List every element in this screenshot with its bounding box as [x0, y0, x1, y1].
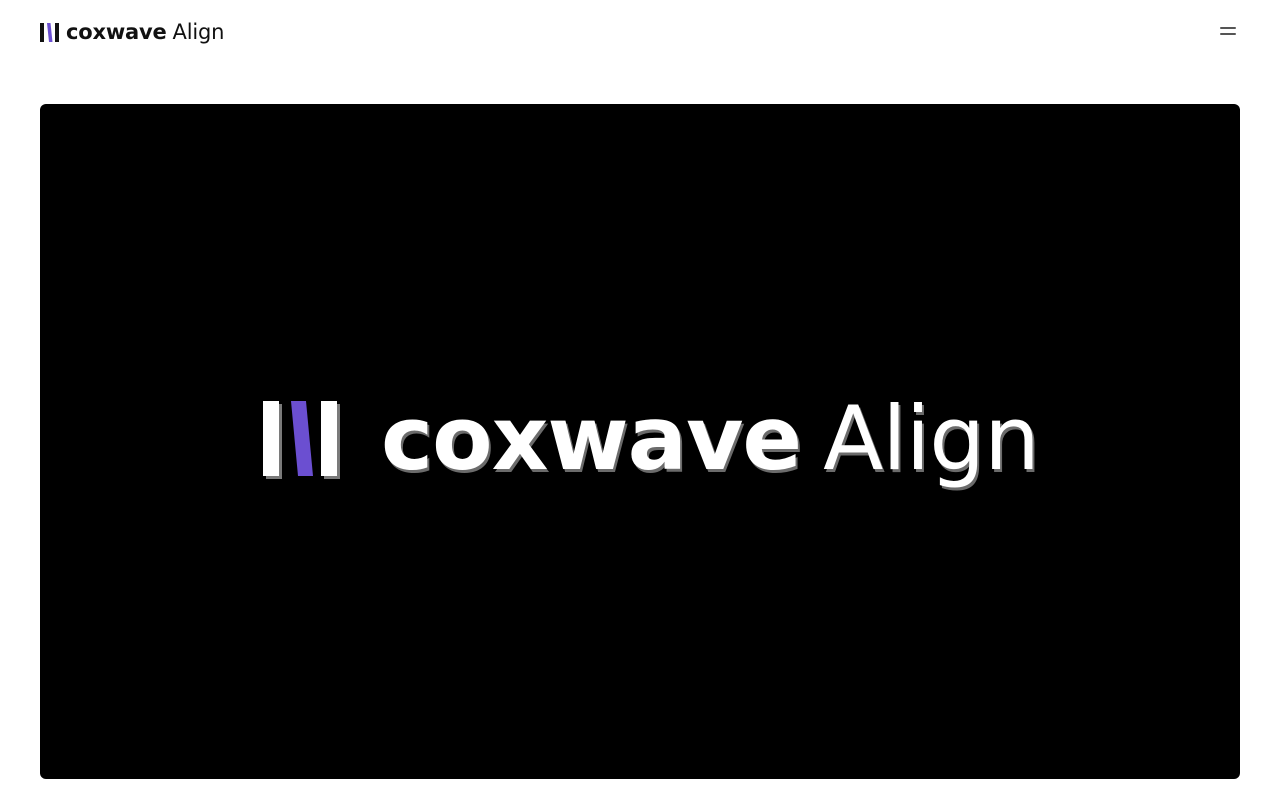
coxwave-bars-icon — [40, 22, 59, 42]
hero-logo: coxwave Align — [263, 374, 1040, 504]
hero-wordmark-strong: coxwave — [381, 387, 802, 490]
coxwave-bars-icon — [263, 401, 340, 479]
hero-video-panel[interactable]: coxwave Align — [40, 104, 1240, 779]
site-header: coxwave Align — [0, 0, 1280, 64]
hero-wordmark-light: Align — [823, 387, 1040, 490]
brand-wordmark-light: Align — [172, 20, 225, 44]
brand-wordmark-strong: coxwave — [66, 20, 167, 44]
hamburger-menu-button[interactable] — [1212, 16, 1244, 46]
hamburger-menu-icon — [1220, 27, 1236, 35]
brand-logo-link[interactable]: coxwave Align — [40, 19, 224, 45]
brand-wordmark: coxwave Align — [66, 19, 224, 45]
hero-wordmark: coxwave Align — [381, 384, 1040, 494]
